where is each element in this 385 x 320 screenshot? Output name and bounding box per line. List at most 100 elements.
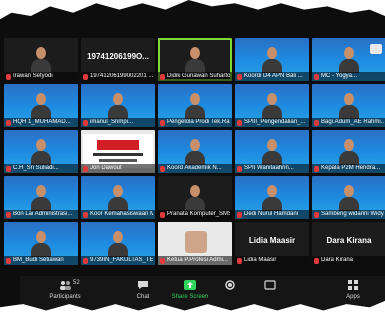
participant-video (108, 231, 128, 257)
chat-button[interactable]: Chat (118, 278, 168, 300)
video-call-window: Irawan Setyodi 19741206199O... 19741206199… (0, 0, 385, 311)
muted-mic-icon (314, 120, 319, 126)
participant-name: Dara Kirana (321, 257, 354, 263)
participant-display-name: Lidia Maasir (248, 236, 296, 245)
participants-icon (60, 281, 71, 290)
participant-name: Sambeng widarini Widy... (321, 211, 384, 217)
participant-gallery: Irawan Setyodi 19741206199O... 19741206199… (4, 38, 385, 265)
participant-name: Lidia Maasir (244, 257, 277, 263)
muted-mic-icon (237, 120, 242, 126)
chat-icon (138, 281, 148, 289)
participants-label: Participants (49, 294, 81, 300)
participant-tile[interactable]: 19741206199O... 19741206199002201 ... (81, 38, 155, 81)
participant-name: HQH 1_MUHAMAD... (13, 119, 71, 125)
participant-tile[interactable]: Lidia Maasir Lidia Maasir (235, 222, 309, 265)
participant-tile[interactable]: Koord Akademik N... (158, 130, 232, 173)
participant-tile[interactable]: Koordi D4 APN Bali ... (235, 38, 309, 81)
participant-tile[interactable]: Kepala P2M Hendra... (312, 130, 385, 173)
participant-tile[interactable]: C.H_Sri Suliadi... (4, 130, 78, 173)
participant-name: Koord Akademik N... (167, 165, 222, 171)
participant-video (31, 139, 51, 165)
share-screen-label: Share Screen (171, 294, 209, 300)
muted-mic-icon (6, 212, 11, 218)
participant-video (185, 93, 205, 119)
muted-mic-icon (314, 166, 319, 172)
participant-tile[interactable]: SPII Wanitaahrin... (235, 130, 309, 173)
participant-tile[interactable]: Jon Dawout (81, 130, 155, 173)
participant-video (339, 139, 359, 165)
participant-display-name: Dara Kirana (326, 236, 372, 245)
muted-mic-icon (83, 258, 88, 264)
participant-tile[interactable]: Pranata Komputer_SMS... (158, 176, 232, 219)
muted-mic-icon (237, 74, 242, 80)
muted-mic-icon (83, 166, 88, 172)
participant-video (339, 93, 359, 119)
apps-icon (348, 280, 358, 290)
participant-video (31, 93, 51, 119)
participant-name: Ketua P.Profesi Admi... (167, 257, 228, 263)
participant-video (31, 47, 51, 73)
participant-avatar (185, 231, 207, 253)
participant-name: 19741206199002201 ... (90, 73, 153, 79)
muted-mic-icon (237, 166, 242, 172)
reactions-icon (264, 280, 276, 290)
institution-logo (83, 134, 153, 168)
participant-tile[interactable]: Dara Kirana Dara Kirana (312, 222, 385, 265)
participant-name: Pranata Komputer_SMS... (167, 211, 230, 217)
participant-tile[interactable]: Irawan Setyodi (4, 38, 78, 81)
muted-mic-icon (83, 74, 88, 80)
participant-tile[interactable]: HQH 1_MUHAMAD... (4, 84, 78, 127)
participant-tile[interactable]: Dedi Nurul Hamdani (235, 176, 309, 219)
participant-video (262, 139, 282, 165)
participants-button[interactable]: 52 Participants (40, 278, 90, 300)
apps-label: Apps (346, 294, 360, 300)
muted-mic-icon (6, 258, 11, 264)
participant-video (108, 93, 128, 119)
participant-video (262, 185, 282, 211)
participant-name: Koordi D4 APN Bali ... (244, 73, 303, 79)
participant-tile[interactable]: Didik Gunawan Suharto (158, 38, 232, 81)
participant-tile[interactable]: Pengelola Prodi Tek.Ra... (158, 84, 232, 127)
share-screen-icon (184, 280, 196, 290)
participant-tile[interactable]: Koor Kemahasiswaan Ma... (81, 176, 155, 219)
participant-name: imanul_Srimpi... (90, 119, 134, 125)
muted-mic-icon (6, 120, 11, 126)
participant-name: Koor Kemahasiswaan Ma... (90, 211, 153, 217)
muted-mic-icon (83, 212, 88, 218)
participant-tile[interactable]: Bon Lai Administrasi... (4, 176, 78, 219)
participant-tile[interactable]: BM_Budi Setiawan (4, 222, 78, 265)
participant-video (339, 47, 359, 73)
participant-name: BM_Budi Setiawan (13, 257, 64, 263)
muted-mic-icon (6, 74, 11, 80)
muted-mic-icon (83, 120, 88, 126)
participant-name: SPIII_Pengendalian_... (244, 119, 306, 125)
participant-tile[interactable]: SPIII_Pengendalian_... (235, 84, 309, 127)
participant-tile[interactable]: Sambeng widarini Widy... (312, 176, 385, 219)
participant-name: Didik Gunawan Suharto (167, 73, 230, 79)
participant-tile[interactable]: imanul_Srimpi... (81, 84, 155, 127)
participant-video (31, 231, 51, 257)
chat-label: Chat (136, 294, 150, 300)
muted-mic-icon (160, 212, 165, 218)
muted-mic-icon (160, 166, 165, 172)
participant-name: Kepala P2M Hendra... (321, 165, 381, 171)
participant-tile[interactable]: Bagi.Adum_AE Rahmi... (312, 84, 385, 127)
participant-name: Irawan Setyodi (13, 73, 53, 79)
participant-display-name: 19741206199O... (87, 52, 149, 61)
participant-name: C.H_Sri Suliadi... (13, 165, 59, 171)
view-toggle-icon[interactable] (370, 44, 382, 54)
reactions-button[interactable] (245, 278, 295, 290)
muted-mic-icon (314, 212, 319, 218)
participant-tile[interactable]: 9739IN_FAKULTAS_TEKNIK... (81, 222, 155, 265)
participant-name: Bagi.Adum_AE Rahmi... (321, 119, 384, 125)
muted-mic-icon (6, 166, 11, 172)
record-icon (225, 280, 235, 290)
participant-name: MC - Yogya... (321, 73, 358, 79)
participant-tile[interactable]: Ketua P.Profesi Admi... (158, 222, 232, 265)
muted-mic-icon (314, 258, 319, 264)
muted-mic-icon (160, 74, 165, 80)
muted-mic-icon (314, 74, 319, 80)
apps-button[interactable]: Apps (328, 278, 378, 300)
participant-name: Dedi Nurul Hamdani (244, 211, 299, 217)
participant-video (262, 47, 282, 73)
